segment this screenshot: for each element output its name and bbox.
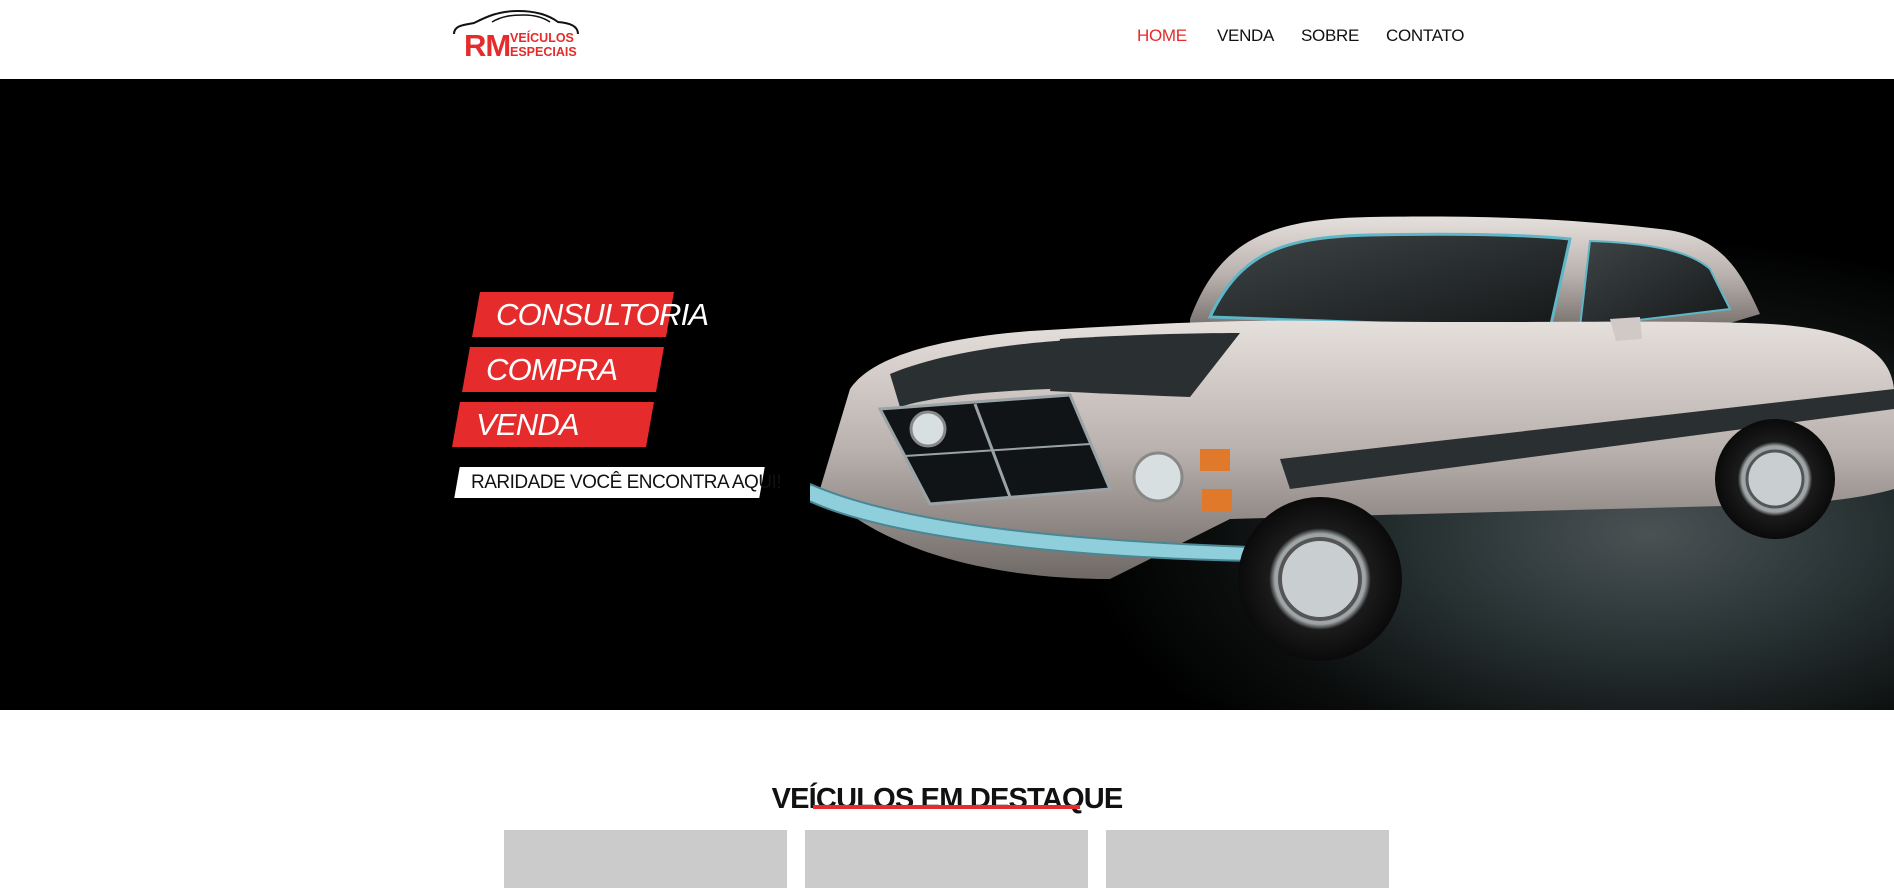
hero-banner: CONSULTORIA COMPRA VENDA RARIDADE VOCÊ E…	[0, 79, 1894, 710]
classic-car-image	[810, 216, 1894, 661]
hero-tag-consultoria: CONSULTORIA	[472, 292, 708, 337]
brand-logo[interactable]: RM VEÍCULOS ESPECIAIS	[452, 8, 580, 64]
nav-item-home[interactable]: HOME	[1137, 26, 1187, 46]
hero-slogan: RARIDADE VOCÊ ENCONTRA AQUI!	[454, 467, 781, 498]
hero-tag-label: CONSULTORIA	[496, 297, 709, 332]
brand-initials: RM	[464, 28, 511, 63]
hero-tag-venda: VENDA	[452, 402, 654, 447]
nav-item-sobre[interactable]: SOBRE	[1301, 26, 1359, 46]
brand-line-2: ESPECIAIS	[510, 45, 577, 59]
hero-tag-compra: COMPRA	[462, 347, 664, 392]
hero-slogan-text: RARIDADE VOCÊ ENCONTRA AQUI!	[471, 472, 782, 493]
brand-line-1: VEÍCULOS	[510, 31, 574, 45]
featured-vehicle-card[interactable]	[805, 830, 1088, 888]
site-header: RM VEÍCULOS ESPECIAIS HOME VENDA SOBRE C…	[0, 0, 1894, 79]
nav-item-venda[interactable]: VENDA	[1217, 26, 1274, 46]
featured-vehicle-card[interactable]	[1106, 830, 1389, 888]
featured-section-title: VEÍCULOS EM DESTAQUE	[771, 783, 1124, 816]
featured-vehicle-card[interactable]	[504, 830, 787, 888]
nav-item-contato[interactable]: CONTATO	[1386, 26, 1464, 46]
title-underline	[813, 805, 1080, 809]
hero-tag-label: COMPRA	[486, 352, 618, 387]
hero-tag-label: VENDA	[476, 407, 579, 442]
